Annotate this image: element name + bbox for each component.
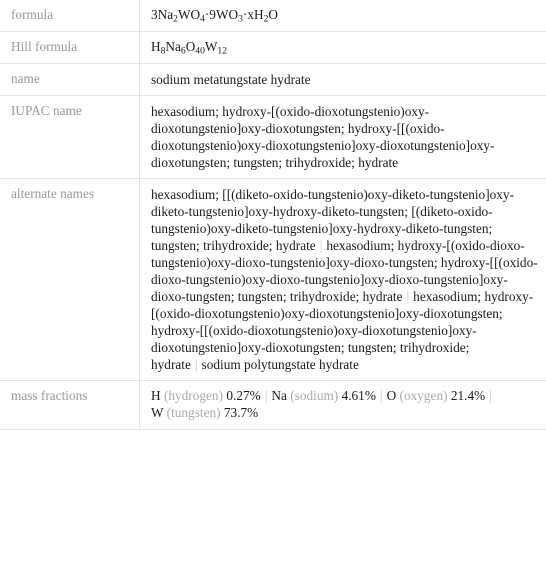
row-value-name: sodium metatungstate hydrate xyxy=(151,71,311,87)
alternate-name: sodium polytungstate hydrate xyxy=(201,356,359,372)
row-value-alternate-names: hexasodium; [[(diketo-oxido-tungstenio)o… xyxy=(140,178,546,380)
element-mass-fraction: 4.61% xyxy=(341,388,376,403)
formula-subscript: 12 xyxy=(217,45,227,57)
mass-fraction-entry: O (oxygen) 21.4% xyxy=(387,388,486,403)
element-name: (oxygen) xyxy=(399,388,448,403)
row-label-alternate-names: alternate names xyxy=(0,178,140,381)
element-symbol: H xyxy=(151,388,161,403)
alternate-name-separator: | xyxy=(319,237,323,253)
formula-part: O xyxy=(185,38,196,54)
formula-part: WO xyxy=(177,7,201,22)
formula-part: O xyxy=(268,7,278,22)
formula-part: 3Na xyxy=(151,7,174,22)
row-value-hill-formula: H8Na6O40W12 xyxy=(140,31,546,63)
mass-fraction-separator: | xyxy=(489,388,492,403)
alternate-name-separator: | xyxy=(194,356,198,372)
table-row: name sodium metatungstate hydrate xyxy=(0,63,546,96)
formula-subscript: 40 xyxy=(195,45,205,57)
row-value-mass-fractions: H (hydrogen) 0.27% | Na (sodium) 4.61% | O (… xyxy=(140,381,546,430)
row-label-mass-fractions: mass fractions xyxy=(0,380,140,430)
table-body: formula 3Na2WO4·9WO3·xH2O Hill formula H8Na… xyxy=(0,0,546,430)
table-row: Hill formula H8Na6O40W12 xyxy=(0,31,546,64)
formula-part: Na xyxy=(165,38,181,54)
row-value-formula: 3Na2WO4·9WO3·xH2O xyxy=(140,0,546,31)
row-label-iupac-name: IUPAC name xyxy=(0,95,140,179)
table-row: formula 3Na2WO4·9WO3·xH2O xyxy=(0,0,546,32)
row-label-name: name xyxy=(0,63,140,96)
element-name: (sodium) xyxy=(290,388,339,403)
mass-fraction-entry: Na (sodium) 4.61% xyxy=(271,388,376,403)
element-symbol: Na xyxy=(271,388,287,403)
table-row: IUPAC name hexasodium; hydroxy-[(oxido-di… xyxy=(0,95,546,179)
mass-fraction-separator: | xyxy=(379,388,383,403)
formula-part: ·9WO xyxy=(204,7,239,22)
alternate-name-separator: | xyxy=(406,288,410,304)
mass-fraction-separator: | xyxy=(264,388,268,403)
element-mass-fraction: 21.4% xyxy=(450,388,486,403)
row-label-formula: formula xyxy=(0,0,140,32)
row-label-hill-formula: Hill formula xyxy=(0,31,140,64)
table-row: alternate names hexasodium; [[(diketo-oxi… xyxy=(0,178,546,381)
element-name: (tungsten) xyxy=(166,404,221,420)
table-row: mass fractions H (hydrogen) 0.27% | Na (sod… xyxy=(0,380,546,430)
mass-fraction-entry: H (hydrogen) 0.27% xyxy=(151,388,261,403)
element-name: (hydrogen) xyxy=(163,388,224,403)
element-symbol: O xyxy=(386,388,397,403)
element-mass-fraction: 0.27% xyxy=(226,388,261,403)
formula-part: ·xH xyxy=(242,7,264,22)
element-mass-fraction: 73.7% xyxy=(223,404,259,420)
formula-part: W xyxy=(204,38,218,54)
chemical-properties-table: formula 3Na2WO4·9WO3·xH2O Hill formula H8Na… xyxy=(0,0,546,430)
element-symbol: W xyxy=(151,404,164,420)
row-value-iupac-name: hexasodium; hydroxy-[(oxido-dioxotungste… xyxy=(151,103,495,170)
formula-part: H xyxy=(151,38,161,54)
mass-fraction-entry: W (tungsten) 73.7% xyxy=(151,405,258,420)
